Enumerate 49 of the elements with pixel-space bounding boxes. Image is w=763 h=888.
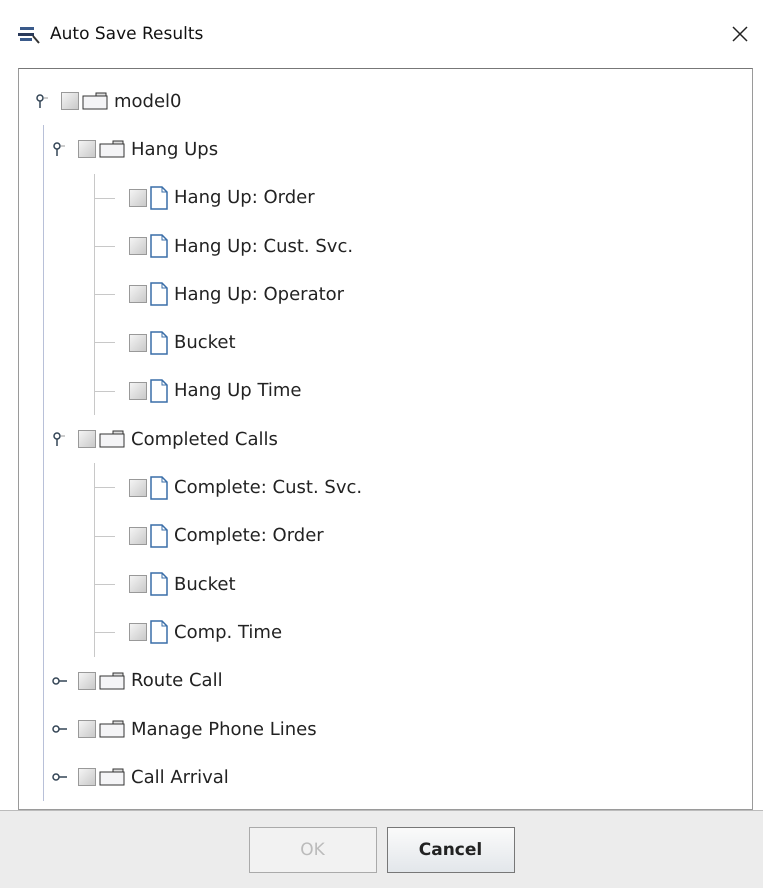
checkbox[interactable]: [78, 768, 96, 786]
tree-item-label[interactable]: Hang Ups: [131, 138, 218, 160]
checkbox[interactable]: [129, 623, 147, 642]
window-title: Auto Save Results: [50, 24, 204, 44]
folder-icon: [99, 672, 125, 690]
tree-item-label[interactable]: Bucket: [174, 574, 236, 595]
checkbox[interactable]: [129, 382, 147, 400]
tree-item-label[interactable]: Manage Phone Lines: [131, 718, 317, 740]
document-icon: [150, 572, 168, 596]
document-icon: [150, 234, 168, 258]
tree-item-label[interactable]: Route Call: [131, 670, 223, 692]
checkbox[interactable]: [61, 92, 79, 110]
tree-item-label[interactable]: Hang Up: Cust. Svc.: [174, 236, 354, 257]
checkbox[interactable]: [78, 672, 96, 690]
close-icon[interactable]: [731, 25, 749, 43]
folder-icon: [99, 140, 125, 158]
checkbox[interactable]: [129, 237, 147, 256]
cancel-button[interactable]: Cancel: [386, 827, 514, 873]
checkbox[interactable]: [78, 720, 96, 738]
checkbox[interactable]: [129, 526, 147, 545]
document-icon: [150, 620, 168, 644]
tree-item-label[interactable]: Hang Up: Operator: [174, 284, 344, 305]
tree-item-label[interactable]: Complete: Order: [174, 525, 324, 546]
tree-item-label[interactable]: Hang Up: Order: [174, 187, 315, 208]
tree-item-label[interactable]: Bucket: [174, 332, 236, 354]
tree-item-label[interactable]: Call Arrival: [131, 766, 229, 788]
document-icon: [150, 524, 168, 548]
tree-item-label[interactable]: model0: [114, 90, 182, 112]
checkbox[interactable]: [129, 188, 147, 207]
checkbox[interactable]: [129, 334, 147, 352]
document-icon: [150, 186, 168, 210]
tree-item-label[interactable]: Complete: Cust. Svc.: [174, 477, 362, 498]
tree-item-label[interactable]: Completed Calls: [131, 428, 278, 450]
tree-item-label[interactable]: Comp. Time: [174, 622, 282, 643]
folder-icon: [99, 720, 125, 738]
folder-icon: [82, 92, 108, 110]
document-icon: [150, 330, 168, 355]
folder-icon: [99, 430, 125, 448]
folder-icon: [99, 768, 125, 786]
checkbox[interactable]: [129, 575, 147, 594]
document-icon: [150, 476, 168, 500]
checkbox[interactable]: [129, 285, 147, 304]
checkbox[interactable]: [129, 478, 147, 497]
app-icon: [18, 24, 40, 44]
document-icon: [150, 378, 168, 403]
checkbox[interactable]: [78, 430, 96, 448]
document-icon: [150, 282, 168, 306]
checkbox[interactable]: [78, 140, 96, 158]
tree-item-label[interactable]: Hang Up Time: [174, 380, 302, 402]
